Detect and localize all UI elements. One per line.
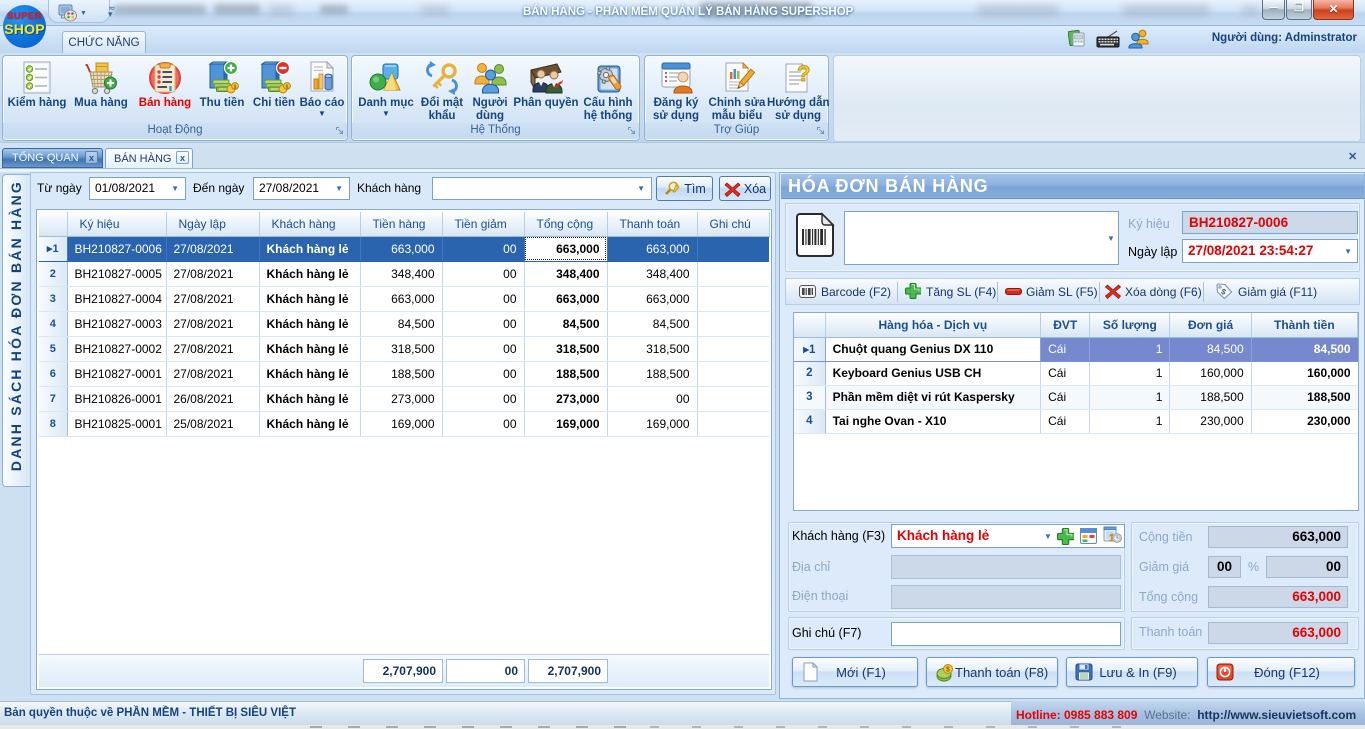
svg-text:$: $ [234,84,237,90]
svg-text:$: $ [286,84,289,90]
svg-text:?: ? [797,61,810,86]
svg-text:$: $ [946,666,950,673]
